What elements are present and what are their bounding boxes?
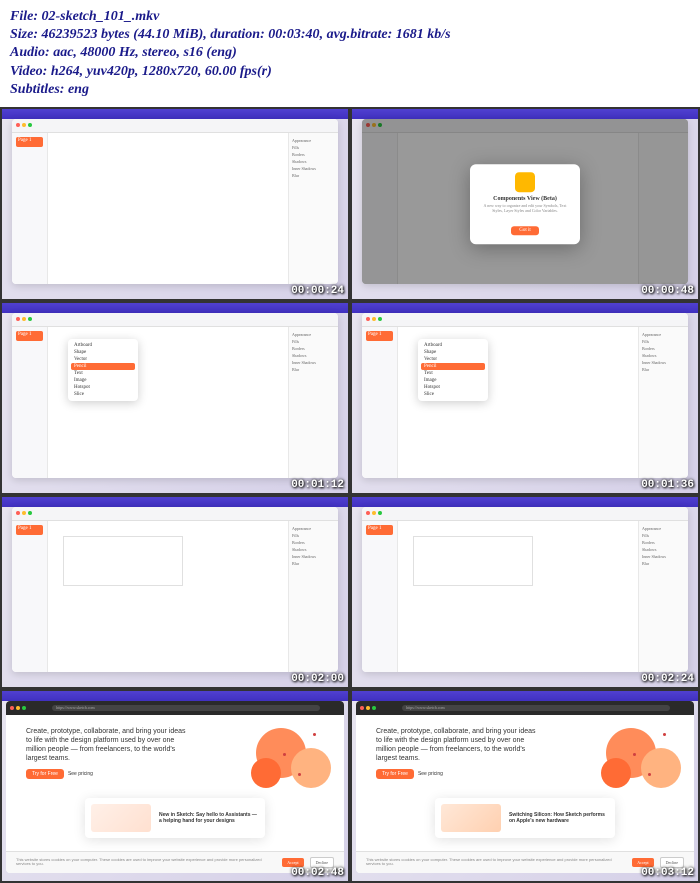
timestamp: 00:00:24	[291, 285, 344, 297]
file-name: 02-sketch_101_.mkv	[42, 9, 160, 24]
menu-item[interactable]: Pencil	[421, 363, 485, 370]
menu-item[interactable]: Artboard	[71, 342, 135, 349]
menu-item[interactable]: Vector	[71, 356, 135, 363]
thumbnail[interactable]: Page 1 AppearanceFillsBordersShadowsInne…	[2, 497, 348, 687]
menu-item[interactable]: Hotspot	[71, 384, 135, 391]
thumbnail[interactable]: Page 1 ArtboardShapeVectorPencilTextImag…	[352, 303, 698, 493]
address-bar[interactable]: https://www.sketch.com	[52, 705, 320, 711]
cta-button[interactable]: Try for Free	[26, 769, 64, 779]
menu-item[interactable]: Pencil	[71, 363, 135, 370]
macos-menubar	[2, 109, 348, 119]
menu-item[interactable]: Vector	[421, 356, 485, 363]
modal-dialog: Components View (Beta) A new way to orga…	[470, 164, 580, 244]
menu-item[interactable]: Shape	[71, 349, 135, 356]
menu-item[interactable]: Text	[71, 370, 135, 377]
feature-card[interactable]: Switching Silicon: How Sketch performs o…	[435, 798, 615, 838]
accept-button[interactable]: Accept	[282, 858, 303, 867]
pricing-link[interactable]: See pricing	[68, 771, 93, 777]
media-info: File: 02-sketch_101_.mkv Size: 46239523 …	[0, 0, 700, 107]
insert-menu[interactable]: ArtboardShapeVectorPencilTextImageHotspo…	[68, 339, 138, 401]
menu-item[interactable]: Hotspot	[421, 384, 485, 391]
page-item: Page 1	[16, 137, 43, 147]
artboard	[63, 536, 183, 586]
menu-item[interactable]: Slice	[71, 391, 135, 398]
thumbnail[interactable]: https://www.sketch.com Create, prototype…	[2, 691, 348, 881]
sketch-icon	[515, 172, 535, 192]
menu-item[interactable]: Text	[421, 370, 485, 377]
modal-button[interactable]: Got it	[511, 226, 539, 235]
thumbnail[interactable]: Page 1 AppearanceFillsBordersShadowsInne…	[352, 497, 698, 687]
feature-card[interactable]: New in Sketch: Say hello to Assistants —…	[85, 798, 265, 838]
menu-item[interactable]: Image	[421, 377, 485, 384]
thumbnail[interactable]: Page 1 ArtboardShapeVectorPencilTextImag…	[2, 303, 348, 493]
menu-item[interactable]: Artboard	[421, 342, 485, 349]
menu-item[interactable]: Shape	[421, 349, 485, 356]
hero-text: Create, prototype, collaborate, and brin…	[26, 727, 190, 763]
thumbnail[interactable]: Components View (Beta) A new way to orga…	[352, 109, 698, 299]
insert-menu[interactable]: ArtboardShapeVectorPencilTextImageHotspo…	[418, 339, 488, 401]
thumbnail[interactable]: https://www.sketch.com Create, prototype…	[352, 691, 698, 881]
sketch-window: Page 1 AppearanceFillsBordersShadowsInne…	[12, 119, 338, 284]
artboard	[413, 536, 533, 586]
menu-item[interactable]: Image	[71, 377, 135, 384]
thumbnail[interactable]: Page 1 AppearanceFillsBordersShadowsInne…	[2, 109, 348, 299]
browser-window: https://www.sketch.com Create, prototype…	[6, 701, 344, 873]
thumbnail-grid: Page 1 AppearanceFillsBordersShadowsInne…	[0, 107, 700, 883]
menu-item[interactable]: Slice	[421, 391, 485, 398]
